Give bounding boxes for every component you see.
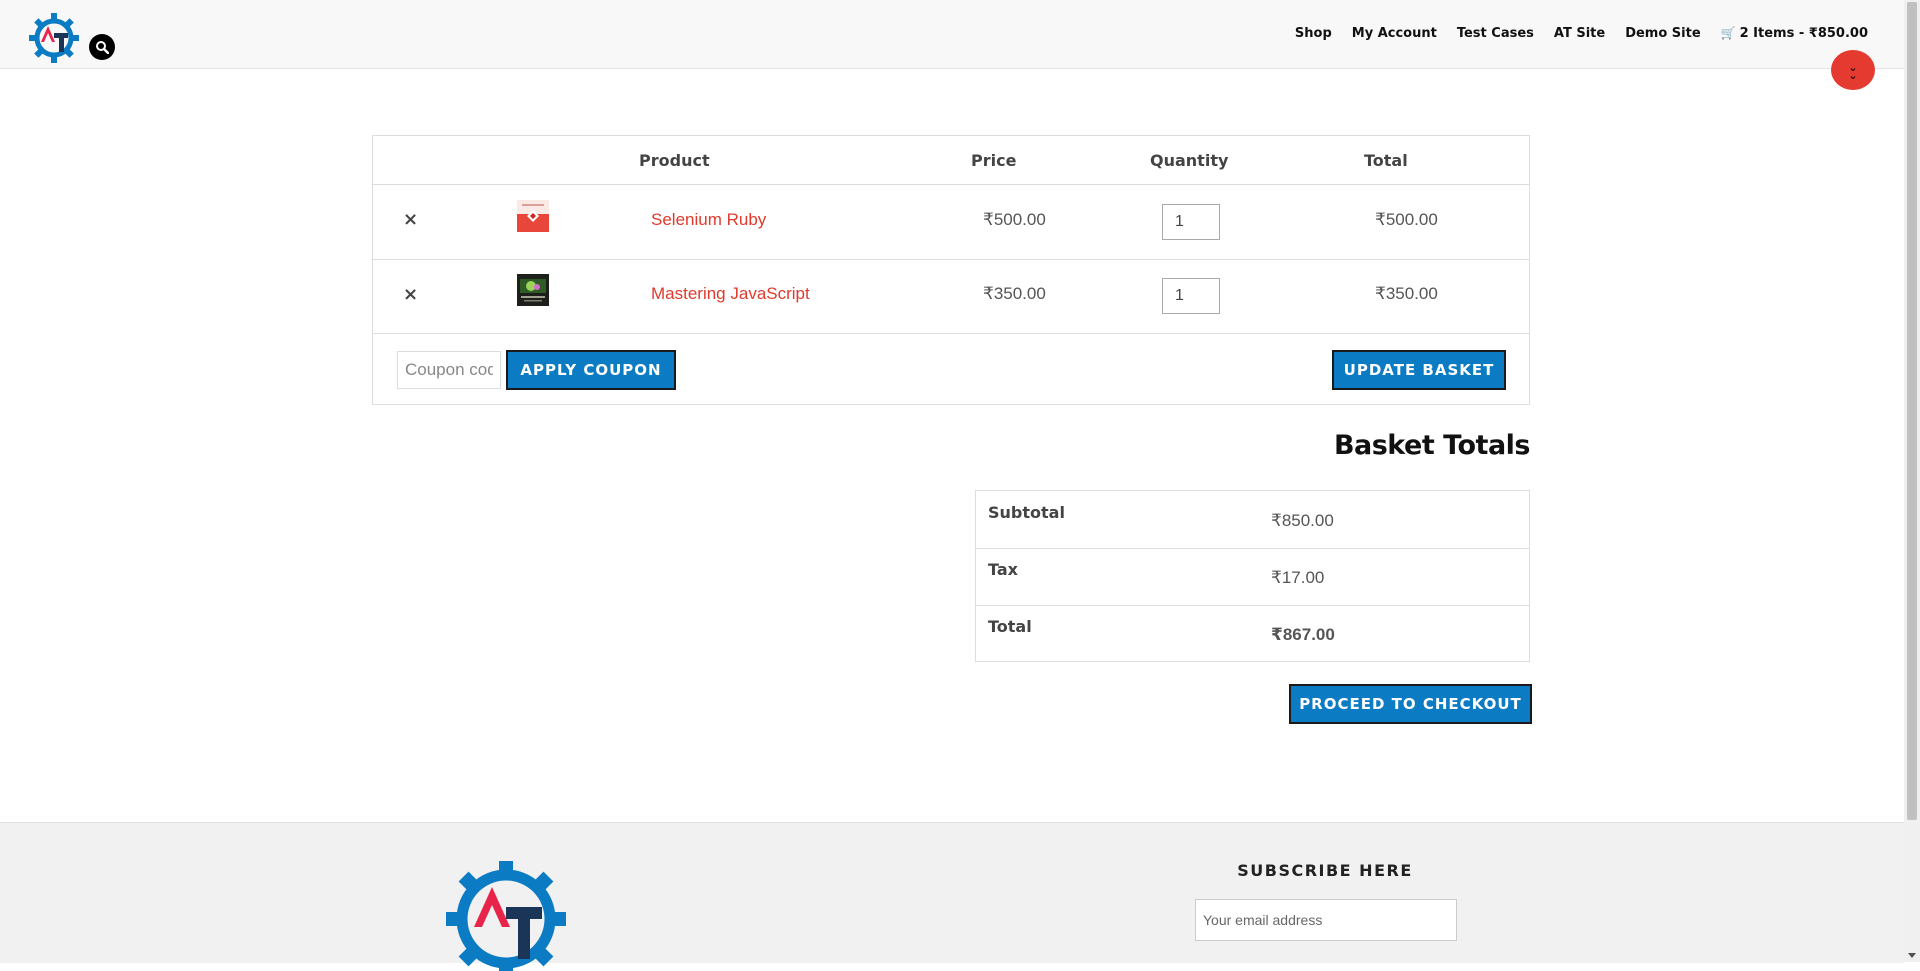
subscribe-title: SUBSCRIBE HERE	[1237, 861, 1413, 880]
column-header-total: Total	[1364, 151, 1408, 170]
totals-label: Tax	[988, 560, 1018, 579]
product-link[interactable]: Selenium Ruby	[651, 210, 766, 230]
totals-value: ₹17.00	[1271, 568, 1325, 587]
nav-item-test-cases[interactable]: Test Cases	[1457, 26, 1534, 41]
totals-value: ₹850.00	[1271, 511, 1334, 530]
email-field[interactable]	[1195, 899, 1457, 941]
site-logo-icon[interactable]	[446, 861, 566, 971]
product-link[interactable]: Mastering JavaScript	[651, 284, 810, 304]
nav-cart-link[interactable]: 🛒 2 Items - ₹850.00	[1721, 26, 1868, 41]
remove-icon[interactable]: ×	[403, 284, 418, 305]
nav-item-demo-site[interactable]: Demo Site	[1625, 26, 1700, 41]
quantity-input[interactable]	[1162, 278, 1220, 314]
totals-row: Subtotal ₹850.00	[976, 491, 1529, 549]
scroll-top-button[interactable]: ⌄ ⌄	[1831, 50, 1875, 90]
cart-table-header: Product Price Quantity Total	[373, 136, 1529, 185]
cart-row: × Mastering JavaScript ₹350.00 ₹350.00	[373, 259, 1529, 334]
cart-table: Product Price Quantity Total × Selenium …	[372, 135, 1530, 405]
product-price: ₹350.00	[983, 284, 1046, 303]
basket-totals-table: Subtotal ₹850.00 Tax ₹17.00 Total ₹867.0…	[975, 490, 1530, 662]
totals-value: ₹867.00	[1271, 625, 1335, 644]
main-nav: Shop My Account Test Cases AT Site Demo …	[1295, 26, 1868, 41]
basket-totals-title: Basket Totals	[1333, 430, 1531, 461]
nav-item-shop[interactable]: Shop	[1295, 26, 1332, 41]
cart-actions: APPLY COUPON UPDATE BASKET	[373, 333, 1529, 405]
quantity-input[interactable]	[1162, 204, 1220, 240]
search-button[interactable]	[89, 34, 115, 60]
product-price: ₹500.00	[983, 210, 1046, 229]
scrollbar-thumb[interactable]	[1907, 2, 1917, 820]
remove-icon[interactable]: ×	[403, 209, 418, 230]
site-logo-icon[interactable]	[28, 12, 80, 64]
site-footer: SUBSCRIBE HERE	[0, 822, 1904, 971]
scroll-down-arrow-icon[interactable]	[1908, 953, 1916, 958]
product-subtotal: ₹350.00	[1375, 284, 1438, 303]
vertical-scrollbar[interactable]	[1904, 0, 1920, 962]
cart-row: × Selenium Ruby ₹500.00 ₹500.00	[373, 184, 1529, 260]
product-thumbnail[interactable]	[517, 200, 549, 232]
totals-row: Total ₹867.00	[976, 605, 1529, 662]
apply-coupon-button[interactable]: APPLY COUPON	[506, 350, 676, 390]
search-icon	[96, 41, 109, 54]
totals-label: Total	[988, 617, 1032, 636]
site-header: Shop My Account Test Cases AT Site Demo …	[0, 0, 1904, 69]
nav-item-my-account[interactable]: My Account	[1352, 26, 1437, 41]
product-subtotal: ₹500.00	[1375, 210, 1438, 229]
totals-label: Subtotal	[988, 503, 1065, 522]
coupon-input[interactable]	[397, 351, 501, 389]
totals-row: Tax ₹17.00	[976, 548, 1529, 606]
column-header-product: Product	[639, 151, 710, 170]
proceed-to-checkout-button[interactable]: PROCEED TO CHECKOUT	[1289, 684, 1532, 724]
nav-item-at-site[interactable]: AT Site	[1554, 26, 1605, 41]
product-thumbnail[interactable]	[517, 274, 549, 306]
scroll-top-icon: ⌄ ⌄	[1848, 62, 1858, 82]
cart-icon: 🛒	[1720, 26, 1736, 40]
column-header-quantity: Quantity	[1150, 151, 1229, 170]
column-header-price: Price	[971, 151, 1017, 170]
cart-summary: 2 Items - ₹850.00	[1739, 26, 1868, 41]
update-basket-button[interactable]: UPDATE BASKET	[1332, 350, 1506, 390]
